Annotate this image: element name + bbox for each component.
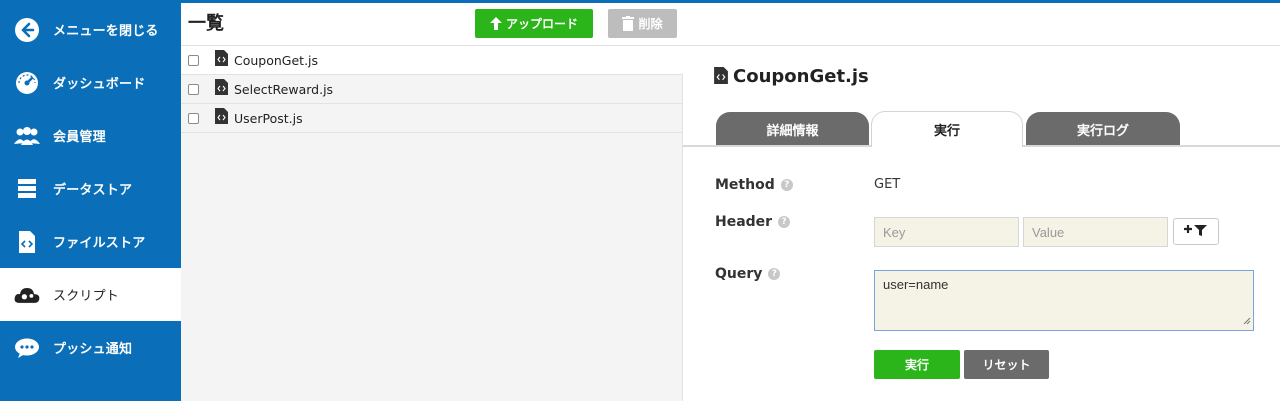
chat-bubble-icon (13, 334, 41, 362)
sidebar-item-label: ダッシュボード (53, 77, 146, 92)
header-value-placeholder: Value (1032, 224, 1065, 240)
run-button-label: 実行 (904, 358, 929, 372)
help-icon[interactable]: ? (780, 179, 793, 191)
gauge-icon (13, 69, 41, 97)
sidebar: メニューを閉じる ダッシュボード 会員管理 データストア ファイルストア スクリ… (0, 3, 181, 401)
cloud-gear-icon (13, 281, 41, 309)
add-filter-icon (1184, 222, 1208, 241)
help-icon[interactable]: ? (768, 268, 781, 280)
sidebar-item-push[interactable]: プッシュ通知 (0, 321, 181, 374)
file-name: UserPost.js (234, 110, 303, 126)
header-label: Header ? (715, 214, 791, 230)
js-file-icon (215, 108, 228, 128)
query-textarea[interactable]: user=name (874, 270, 1254, 331)
tab-label: 実行 (933, 124, 960, 139)
js-file-icon (714, 67, 728, 88)
method-value: GET (874, 177, 901, 192)
reset-button[interactable]: リセット (964, 350, 1049, 379)
sidebar-item-label: 会員管理 (53, 130, 106, 145)
file-checkbox[interactable] (188, 54, 199, 66)
sidebar-item-dashboard[interactable]: ダッシュボード (0, 56, 181, 109)
query-label: Query ? (715, 266, 781, 282)
query-label-text: Query (715, 266, 763, 282)
tab-details[interactable]: 詳細情報 (716, 112, 869, 146)
file-list-pane: 一覧 アップロード 削除 CouponGet.js SelectReward.j… (181, 3, 683, 401)
tab-run[interactable]: 実行 (871, 111, 1023, 147)
sidebar-item-label: プッシュ通知 (53, 342, 133, 357)
detail-header-bar (683, 3, 1280, 46)
sidebar-item-members[interactable]: 会員管理 (0, 109, 181, 162)
upload-button-label: アップロード (505, 17, 578, 31)
resize-handle-icon[interactable] (1243, 313, 1251, 328)
help-icon[interactable]: ? (778, 216, 791, 228)
file-checkbox[interactable] (188, 112, 199, 124)
js-file-icon (215, 79, 228, 99)
header-key-input[interactable]: Key (874, 217, 1019, 247)
list-item[interactable]: SelectReward.js (181, 75, 683, 104)
query-text: user=name (883, 277, 949, 292)
file-name: CouponGet.js (234, 52, 319, 68)
list-header: 一覧 アップロード 削除 (181, 3, 683, 46)
back-arrow-icon (13, 16, 41, 44)
header-value-input[interactable]: Value (1023, 217, 1168, 247)
list-title: 一覧 (188, 13, 224, 34)
sidebar-item-close-menu[interactable]: メニューを閉じる (0, 3, 181, 56)
reset-button-label: リセット (982, 358, 1031, 372)
tab-label: 詳細情報 (766, 123, 819, 139)
method-label: Method ? (715, 177, 793, 193)
tab-label: 実行ログ (1076, 123, 1129, 139)
database-icon (13, 175, 41, 203)
file-name: SelectReward.js (234, 81, 334, 97)
detail-title: CouponGet.js (733, 66, 869, 87)
sidebar-item-label: ファイルストア (53, 236, 146, 251)
sidebar-item-label: スクリプト (53, 289, 120, 304)
run-button[interactable]: 実行 (874, 350, 960, 379)
js-file-icon (215, 50, 228, 70)
sidebar-item-label: メニューを閉じる (53, 24, 159, 39)
list-item[interactable]: CouponGet.js (181, 46, 683, 75)
upload-arrow-icon (489, 17, 502, 30)
list-item[interactable]: UserPost.js (181, 104, 683, 133)
sidebar-item-filestore[interactable]: ファイルストア (0, 215, 181, 268)
tab-run-log[interactable]: 実行ログ (1026, 112, 1180, 146)
trash-icon (622, 16, 635, 31)
delete-button[interactable]: 削除 (608, 9, 677, 38)
sidebar-item-datastore[interactable]: データストア (0, 162, 181, 215)
add-filter-button[interactable] (1173, 218, 1219, 245)
upload-button[interactable]: アップロード (475, 9, 593, 38)
sidebar-item-label: データストア (53, 183, 133, 198)
users-icon (13, 122, 41, 150)
code-file-icon (13, 228, 41, 256)
file-checkbox[interactable] (188, 83, 199, 95)
header-label-text: Header (715, 214, 773, 230)
method-label-text: Method (715, 177, 775, 193)
app-window: メニューを閉じる ダッシュボード 会員管理 データストア ファイルストア スクリ… (0, 0, 1280, 401)
header-key-placeholder: Key (883, 224, 906, 240)
delete-button-label: 削除 (638, 17, 663, 31)
sidebar-item-scripts[interactable]: スクリプト (0, 268, 181, 321)
